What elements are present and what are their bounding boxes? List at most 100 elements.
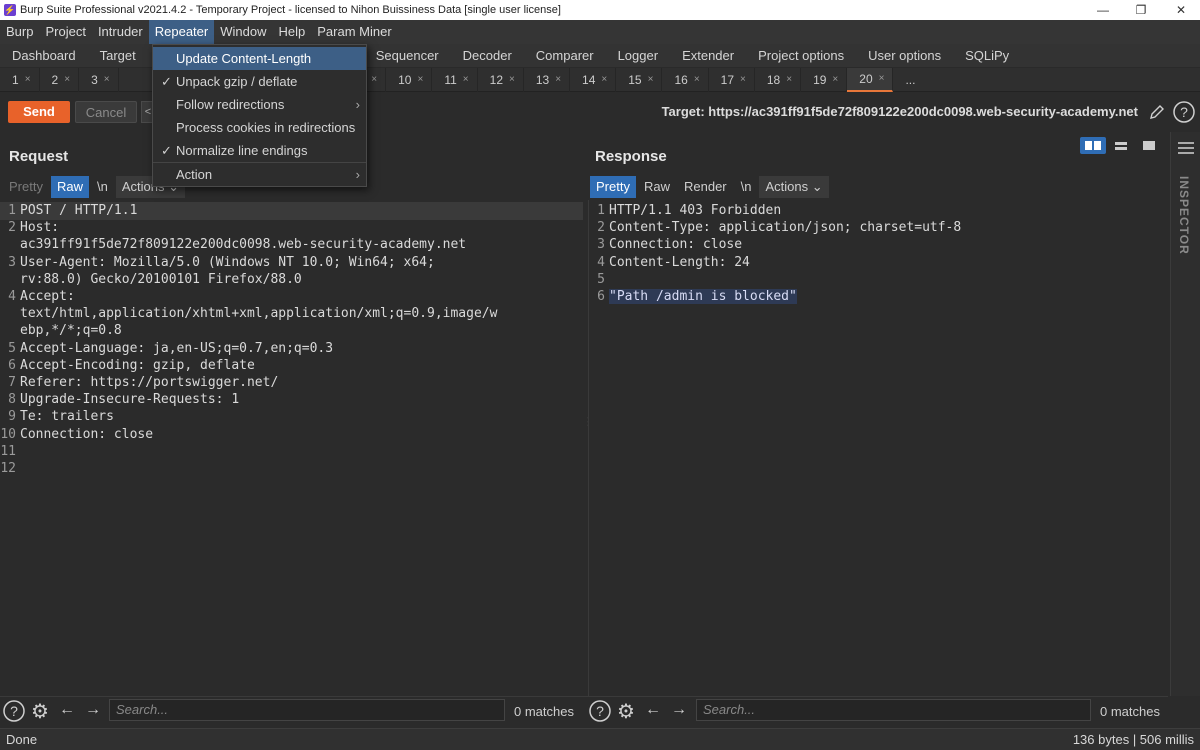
close-tab-icon[interactable]: × xyxy=(601,68,607,92)
tab-dashboard[interactable]: Dashboard xyxy=(0,44,88,68)
close-window-icon[interactable]: ✕ xyxy=(1163,0,1199,20)
line-text: Host: xyxy=(20,220,60,236)
arrow-right-icon[interactable]: → xyxy=(668,699,690,721)
request-editor[interactable]: 1 POST / HTTP/1.1 2 Host: ac391ff91f5de72f80… xyxy=(0,200,583,696)
close-tab-icon[interactable]: × xyxy=(740,68,746,92)
splitter-handle[interactable]: ⋮ xyxy=(583,417,594,434)
minimize-icon[interactable]: — xyxy=(1085,0,1121,20)
menu-burp[interactable]: Burp xyxy=(0,20,39,44)
close-tab-icon[interactable]: × xyxy=(417,68,423,92)
tab-user-options[interactable]: User options xyxy=(856,44,953,68)
repeater-tab[interactable]: 1 × xyxy=(0,67,40,92)
arrow-left-icon[interactable]: ← xyxy=(56,699,78,721)
close-tab-icon[interactable]: × xyxy=(25,68,31,92)
close-tab-icon[interactable]: × xyxy=(879,67,885,91)
menu-window[interactable]: Window xyxy=(214,20,272,44)
menu-param-miner[interactable]: Param Miner xyxy=(311,20,397,44)
code-line: 6 Accept-Encoding: gzip, deflate xyxy=(0,357,497,374)
close-tab-icon[interactable]: × xyxy=(104,68,110,92)
menu-intruder[interactable]: Intruder xyxy=(92,20,149,44)
tab-newline[interactable]: \n xyxy=(91,176,114,198)
request-title: Request xyxy=(9,148,69,165)
menu-item-follow-redirections[interactable]: Follow redirections › xyxy=(153,93,366,116)
tab-pretty[interactable]: Pretty xyxy=(590,176,636,198)
layout-side-by-side-icon[interactable] xyxy=(1080,137,1106,154)
tab-render[interactable]: Render xyxy=(678,176,733,198)
close-tab-icon[interactable]: × xyxy=(648,68,654,92)
menu-project[interactable]: Project xyxy=(39,20,91,44)
repeater-tab[interactable]: 16 × xyxy=(662,67,709,92)
repeater-tab[interactable]: 15 × xyxy=(616,67,663,92)
tab-pretty[interactable]: Pretty xyxy=(3,176,49,198)
close-tab-icon[interactable]: × xyxy=(555,68,561,92)
line-number: 10 xyxy=(0,426,16,442)
menu-item-process-cookies[interactable]: Process cookies in redirections xyxy=(153,116,366,139)
repeater-tab[interactable]: 10 × xyxy=(386,67,433,92)
tab-target[interactable]: Target xyxy=(88,44,148,68)
close-tab-icon[interactable]: × xyxy=(64,68,70,92)
svg-text:?: ? xyxy=(10,703,18,719)
menu-item-unpack-gzip[interactable]: ✓ Unpack gzip / deflate xyxy=(153,70,366,93)
chevron-down-icon: ⌄ xyxy=(811,179,823,194)
tab-project-options[interactable]: Project options xyxy=(746,44,856,68)
close-tab-icon[interactable]: × xyxy=(463,68,469,92)
cancel-button[interactable]: Cancel xyxy=(75,101,137,123)
close-tab-icon[interactable]: × xyxy=(371,68,377,92)
send-button[interactable]: Send xyxy=(8,101,70,123)
line-text: Connection: close xyxy=(20,426,154,442)
repeater-tab[interactable]: 19 × xyxy=(801,67,848,92)
tab-sequencer[interactable]: Sequencer xyxy=(364,44,451,68)
arrow-right-icon[interactable]: → xyxy=(82,699,104,721)
repeater-tab[interactable]: 13 × xyxy=(524,67,571,92)
gear-icon[interactable]: ⚙ xyxy=(614,699,638,723)
menu-item-update-content-length[interactable]: Update Content-Length xyxy=(153,47,366,70)
close-tab-icon[interactable]: × xyxy=(694,68,700,92)
tab-raw[interactable]: Raw xyxy=(638,176,676,198)
arrow-left-icon[interactable]: ← xyxy=(642,699,664,721)
response-search-input[interactable]: Search... xyxy=(696,699,1091,721)
restore-icon[interactable]: ❐ xyxy=(1123,0,1159,20)
inspector-panel[interactable]: INSPECTOR xyxy=(1170,132,1200,696)
menu-item-action[interactable]: Action › xyxy=(153,163,366,186)
title-bar: ⚡ Burp Suite Professional v2021.4.2 - Te… xyxy=(0,0,1200,20)
repeater-tab[interactable]: 18 × xyxy=(755,67,802,92)
response-actions-dropdown[interactable]: Actions ⌄ xyxy=(759,176,829,198)
code-line: 6 "Path /admin is blocked" xyxy=(589,288,961,305)
repeater-tab[interactable]: 17 × xyxy=(709,67,755,92)
edit-target-icon[interactable] xyxy=(1146,101,1168,123)
menu-help[interactable]: Help xyxy=(272,20,311,44)
layout-top-bottom-icon[interactable] xyxy=(1108,137,1134,154)
help-icon[interactable]: ? xyxy=(2,699,26,723)
tab-raw[interactable]: Raw xyxy=(50,176,89,198)
menu-repeater[interactable]: Repeater xyxy=(148,20,215,44)
request-search-input[interactable]: Search... xyxy=(109,699,505,721)
tab-extender[interactable]: Extender xyxy=(670,44,746,68)
repeater-tab[interactable]: 2 × xyxy=(40,67,80,92)
tab-sqlipy[interactable]: SQLiPy xyxy=(953,44,1021,68)
help-icon[interactable]: ? xyxy=(588,699,612,723)
help-icon[interactable]: ? xyxy=(1172,100,1196,124)
gear-icon[interactable]: ⚙ xyxy=(28,699,52,723)
menu-lines-icon[interactable] xyxy=(1178,142,1194,154)
more-tabs[interactable]: ... xyxy=(893,68,923,92)
repeater-tab-active[interactable]: 20 × xyxy=(847,67,894,92)
close-tab-icon[interactable]: × xyxy=(832,68,838,92)
layout-tabs-icon[interactable] xyxy=(1136,137,1162,154)
response-editor[interactable]: 1 HTTP/1.1 403 Forbidden 2 Content-Type: ap… xyxy=(588,200,1168,696)
repeater-tab[interactable]: 12 × xyxy=(478,67,524,92)
close-tab-icon[interactable]: × xyxy=(786,68,792,92)
menu-item-normalize-line-endings[interactable]: ✓ Normalize line endings xyxy=(153,139,366,162)
tab-decoder[interactable]: Decoder xyxy=(451,44,524,68)
repeater-menu-dropdown: Update Content-Length ✓ Unpack gzip / def… xyxy=(152,44,367,187)
tab-logger[interactable]: Logger xyxy=(606,44,670,68)
close-tab-icon[interactable]: × xyxy=(509,68,515,92)
code-line: 2 Host: xyxy=(0,219,497,236)
tab-newline[interactable]: \n xyxy=(735,176,758,198)
repeater-tab[interactable]: 11 × xyxy=(432,67,478,92)
line-text: HTTP/1.1 403 Forbidden xyxy=(609,203,782,218)
line-text: Accept-Encoding: gzip, deflate xyxy=(20,357,255,373)
repeater-tab[interactable]: 3 × xyxy=(79,67,119,92)
repeater-tab[interactable]: 14 × xyxy=(570,67,617,92)
tab-comparer[interactable]: Comparer xyxy=(524,44,606,68)
line-text: Accept: xyxy=(20,289,75,305)
